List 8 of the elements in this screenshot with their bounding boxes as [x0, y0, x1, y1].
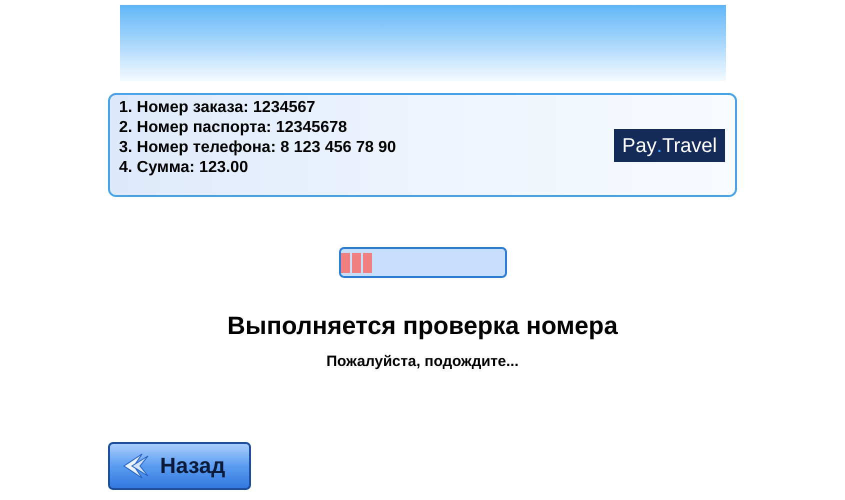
status-title: Выполняется проверка номера: [227, 311, 618, 341]
order-detail-line: 4. Сумма: 123.00: [119, 158, 250, 178]
status-subtitle: Пожалуйста, подождите...: [326, 352, 519, 372]
back-button[interactable]: Назад: [108, 442, 251, 490]
order-detail-line: 2. Номер паспорта: 12345678: [119, 118, 348, 138]
order-detail-line: 3. Номер телефона: 8 123 456 78 90: [119, 138, 396, 158]
pay-travel-logo: Pay.Travel: [614, 129, 725, 162]
order-detail-line: 1. Номер заказа: 1234567: [119, 98, 316, 118]
